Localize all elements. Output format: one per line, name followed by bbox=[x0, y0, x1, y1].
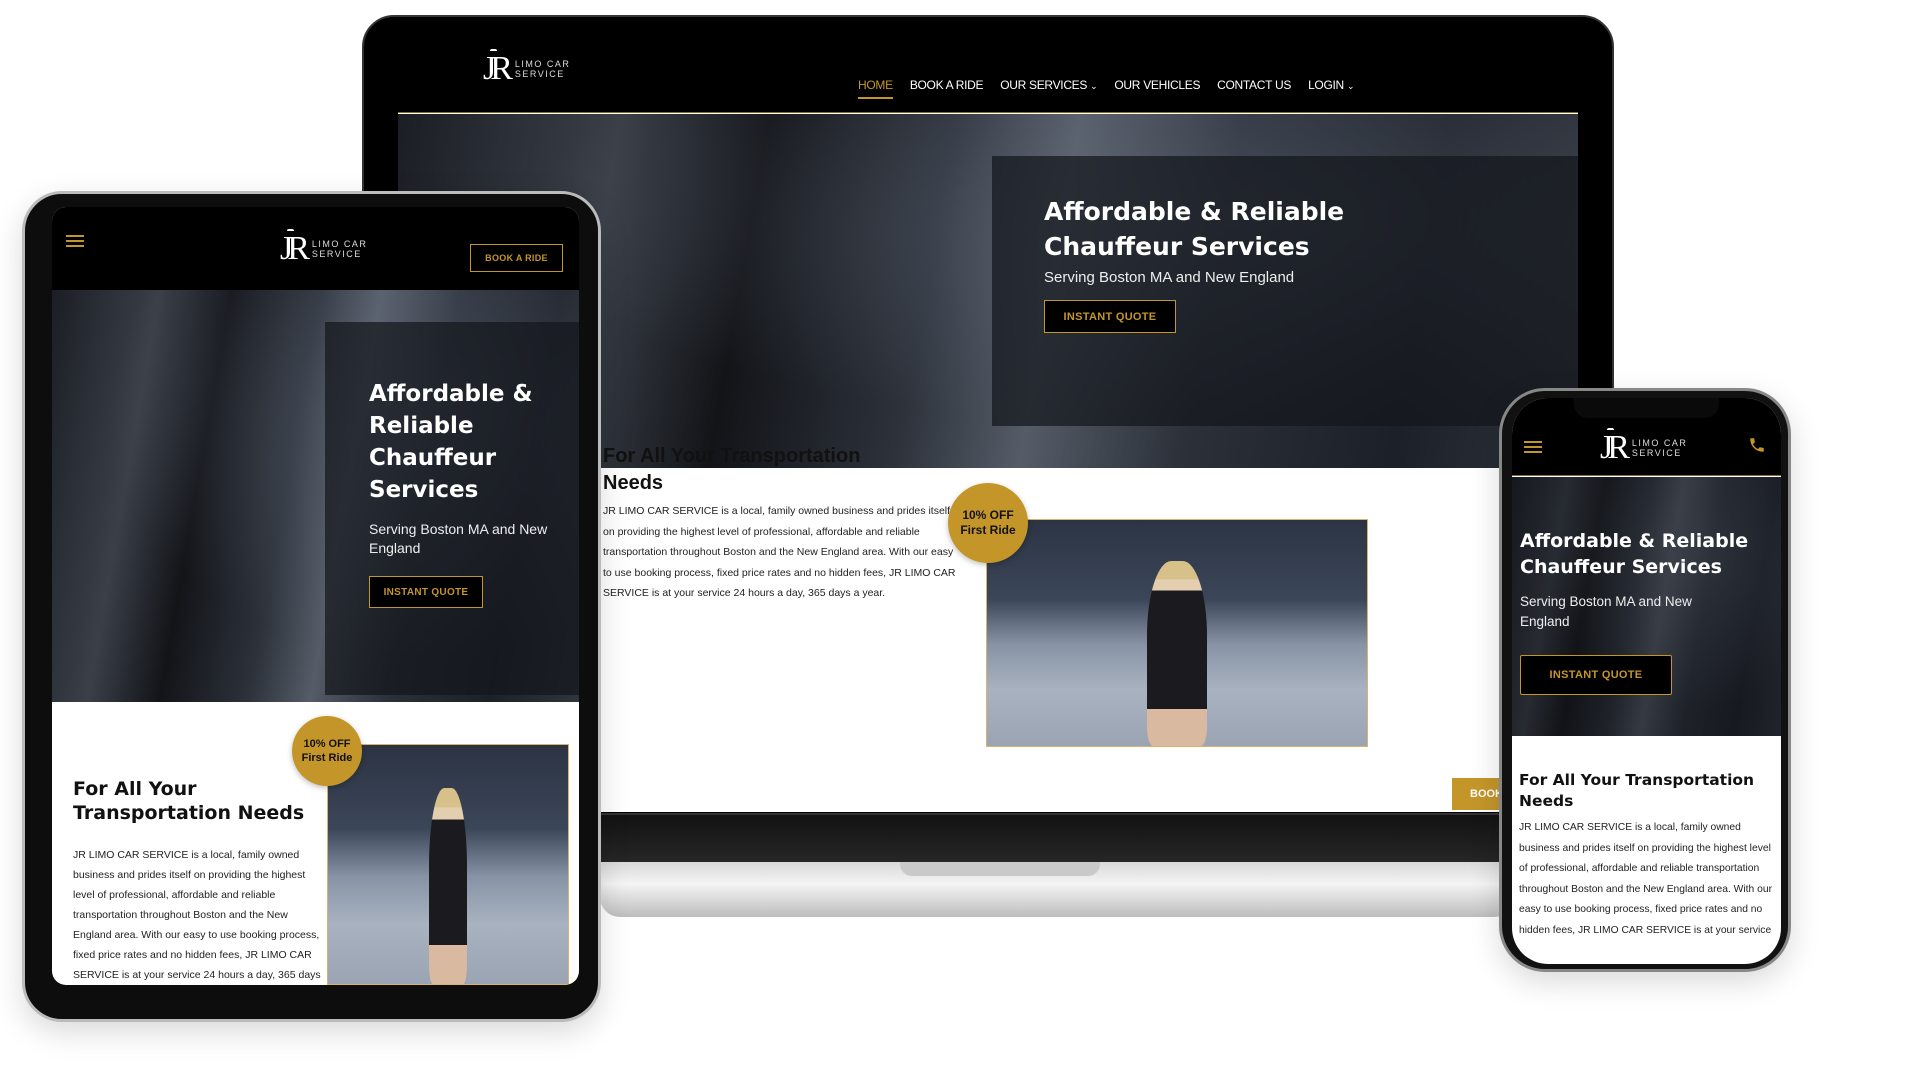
hero-title: Affordable & Reliable Chauffeur Services bbox=[369, 381, 533, 503]
about-heading: For All Your Transportation Needs bbox=[603, 445, 861, 494]
hamburger-icon[interactable] bbox=[1524, 441, 1542, 453]
chevron-down-icon: ⌄ bbox=[1090, 81, 1098, 91]
hero-subtitle: Serving Boston MA and New England bbox=[1044, 269, 1295, 286]
nav-login[interactable]: LOGIN ⌄ bbox=[1308, 78, 1354, 99]
instant-quote-button[interactable]: INSTANT QUOTE bbox=[369, 576, 483, 608]
discount-badge: 10% OFF First Ride bbox=[948, 483, 1028, 563]
tablet-header: JR LIMO CAR SERVICE BOOK A RIDE bbox=[52, 207, 579, 290]
hero-subtitle: Serving Boston MA and New England bbox=[369, 521, 548, 556]
hero-title: Affordable & Reliable Chauffeur Services bbox=[1044, 197, 1345, 261]
phone-screen: JR LIMO CAR SERVICE Affordable & Reliable… bbox=[1512, 398, 1781, 964]
laptop-base bbox=[600, 862, 1514, 917]
discount-badge: 10% OFF First Ride bbox=[292, 716, 362, 786]
book-a-ride-button[interactable]: BOOK A RIDE bbox=[470, 244, 563, 272]
instant-quote-button[interactable]: INSTANT QUOTE bbox=[1044, 300, 1176, 333]
nav-our-services[interactable]: OUR SERVICES ⌄ bbox=[1000, 78, 1097, 99]
phone-notch bbox=[1574, 398, 1719, 418]
chauffeur-photo bbox=[327, 744, 569, 985]
hero-panel: Affordable & Reliable Chauffeur Services … bbox=[992, 156, 1578, 426]
phone-header: JR LIMO CAR SERVICE bbox=[1512, 398, 1781, 476]
chevron-down-icon: ⌄ bbox=[1346, 81, 1355, 91]
nav-our-vehicles[interactable]: OUR VEHICLES bbox=[1114, 78, 1200, 99]
chauffeur-photo bbox=[986, 519, 1368, 747]
logo[interactable]: JR LIMO CAR SERVICE bbox=[280, 229, 367, 266]
main-nav: HOME BOOK A RIDE OUR SERVICES ⌄ OUR VEHI… bbox=[858, 78, 1355, 99]
hero-title: Affordable & Reliable Chauffeur Services bbox=[1520, 530, 1749, 578]
about-paragraph: JR LIMO CAR SERVICE is a local, family o… bbox=[603, 505, 956, 599]
phone-icon[interactable] bbox=[1748, 436, 1766, 454]
about-heading: For All Your Transportation Needs bbox=[73, 778, 305, 824]
about-paragraph: JR LIMO CAR SERVICE is a local, family o… bbox=[73, 849, 321, 981]
logo[interactable]: JR LIMO CAR SERVICE bbox=[1600, 428, 1687, 465]
hero-subtitle: Serving Boston MA and New England bbox=[1520, 594, 1692, 629]
nav-contact-us[interactable]: CONTACT US bbox=[1217, 78, 1291, 99]
logo[interactable]: JR LIMO CAR SERVICE bbox=[483, 49, 570, 86]
tablet-screen: JR LIMO CAR SERVICE BOOK A RIDE Affordabl… bbox=[52, 207, 579, 985]
about-heading: For All Your Transportation Needs bbox=[1519, 771, 1755, 810]
about-paragraph: JR LIMO CAR SERVICE is a local, family o… bbox=[1519, 822, 1773, 936]
nav-home[interactable]: HOME bbox=[858, 78, 893, 99]
desktop-header: JR LIMO CAR SERVICE HOME BOOK A RIDE OUR … bbox=[398, 37, 1578, 113]
nav-book-a-ride[interactable]: BOOK A RIDE bbox=[910, 78, 984, 99]
hamburger-icon[interactable] bbox=[66, 235, 84, 247]
hero-panel: Affordable & Reliable Chauffeur Services Se… bbox=[325, 322, 579, 695]
instant-quote-button[interactable]: INSTANT QUOTE bbox=[1520, 655, 1672, 695]
